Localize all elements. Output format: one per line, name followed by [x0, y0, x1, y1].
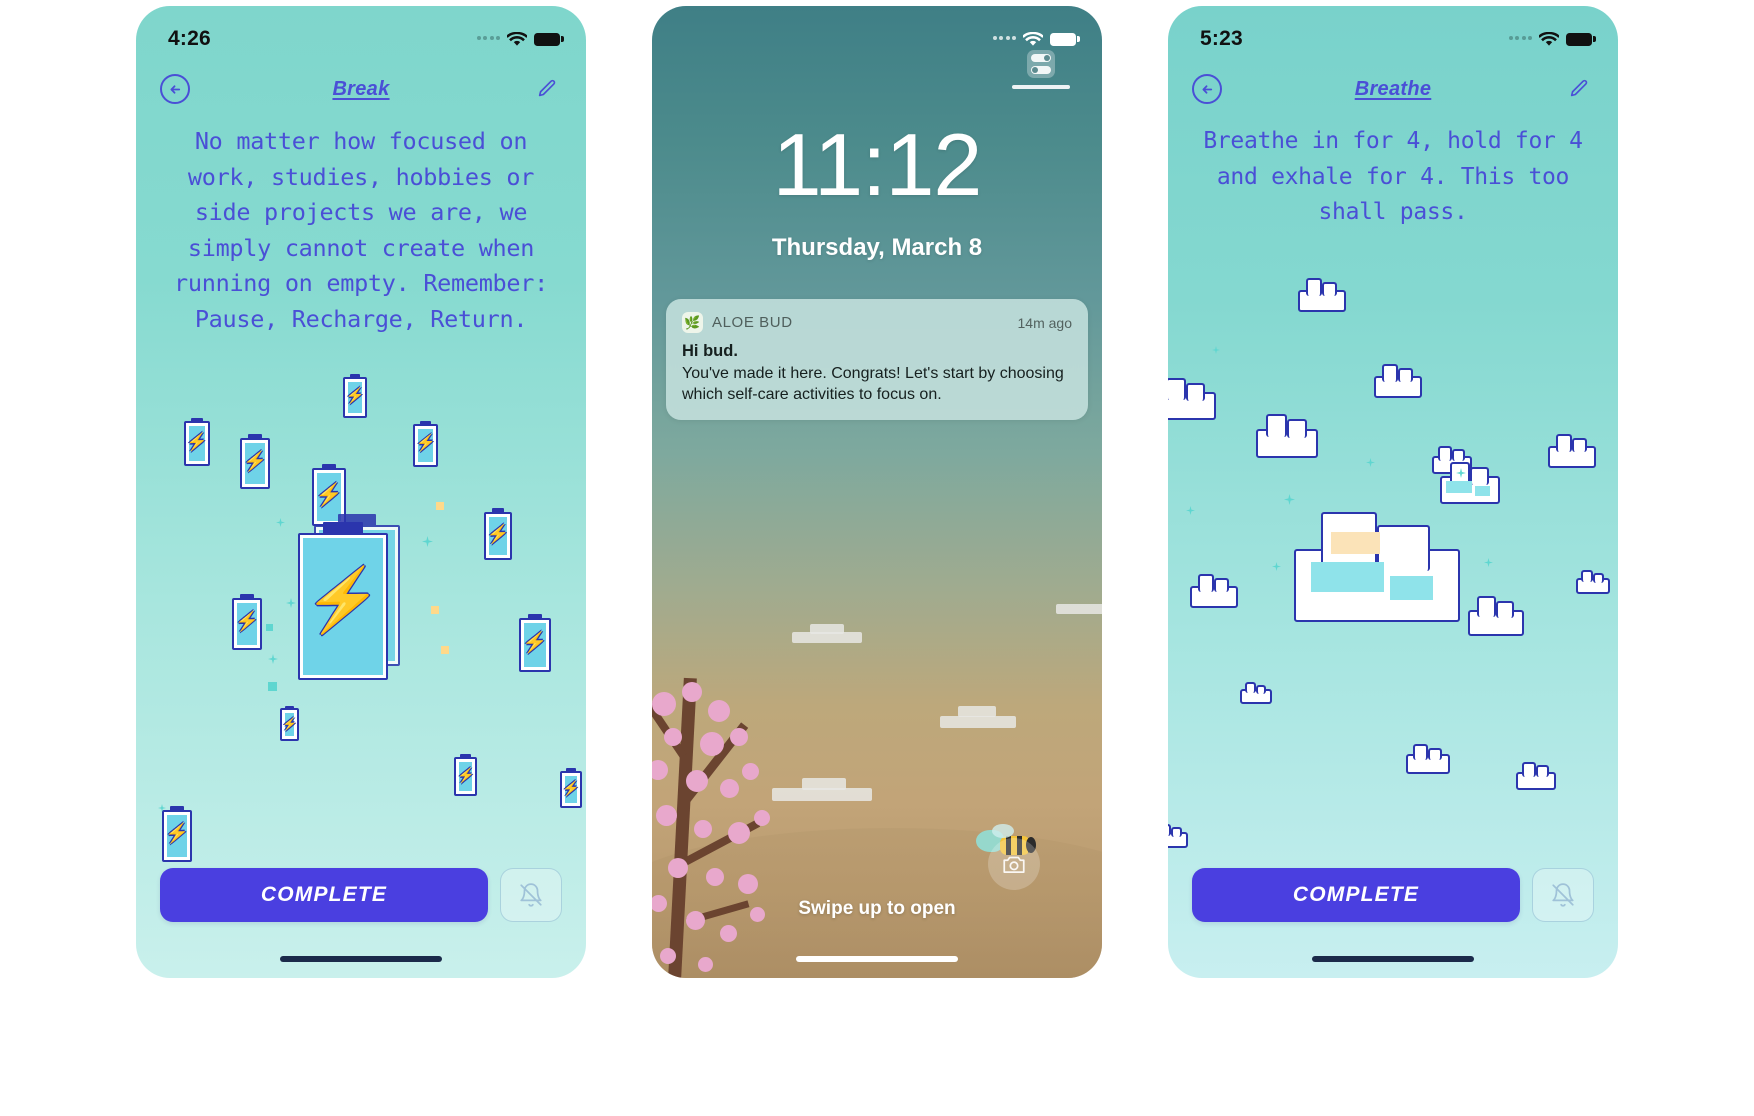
complete-button[interactable]: COMPLETE [160, 868, 488, 922]
battery-sprite: ⚡ [184, 418, 210, 466]
activity-prompt-text: Breathe in for 4, hold for 4 and exhale … [1203, 128, 1597, 225]
control-slider[interactable] [1012, 85, 1070, 89]
control-toggles[interactable] [1027, 50, 1055, 78]
sparkle [431, 606, 439, 614]
sparkle [1212, 346, 1220, 354]
status-indicators [1508, 31, 1596, 47]
notification-card[interactable]: 🌿 ALOE BUD 14m ago Hi bud. You've made i… [666, 299, 1088, 420]
battery-sprite: ⚡ [232, 594, 262, 650]
battery-icon [1566, 32, 1596, 46]
pencil-icon[interactable] [1564, 74, 1594, 104]
home-indicator [1312, 956, 1474, 962]
home-indicator [280, 956, 442, 962]
nav-bar-breathe: Breathe [1168, 60, 1618, 118]
battery-icon [1050, 32, 1080, 46]
status-time: 5:23 [1200, 27, 1243, 50]
cloud-sprite-hero [1294, 512, 1460, 622]
screenshot-gallery: 4:26 Break No matter how focused on work… [0, 0, 1754, 1116]
battery-sprite: ⚡ [240, 434, 270, 489]
sparkle [422, 536, 433, 547]
complete-button[interactable]: COMPLETE [1192, 868, 1520, 922]
page-title[interactable]: Break [332, 78, 389, 101]
cloud-sprite [1516, 762, 1556, 790]
wifi-icon [1023, 31, 1043, 47]
cloud-sprite [1468, 596, 1524, 636]
battery-sprite: ⚡ [454, 754, 477, 796]
notification-app-name: ALOE BUD [712, 314, 793, 331]
toggle-controls-icon[interactable] [1012, 50, 1070, 89]
signal-dots-icon [992, 36, 1016, 42]
wallpaper-cloud [940, 716, 1016, 728]
notification-title: Hi bud. [682, 342, 738, 360]
sparkle [1186, 506, 1195, 515]
pencil-icon[interactable] [532, 74, 562, 104]
battery-sprite: ⚡ [413, 421, 438, 467]
sparkle [266, 624, 273, 631]
sparkle [1366, 458, 1375, 467]
wifi-icon [507, 31, 527, 47]
home-indicator [796, 956, 958, 962]
sparkle [268, 682, 277, 691]
sparkle [1284, 494, 1295, 505]
battery-icon [534, 32, 564, 46]
battery-sprite: ⚡ [560, 768, 582, 808]
phone-screen-breathe: 5:23 Breathe Breathe in for 4, hold for … [1168, 6, 1618, 978]
cherry-blossom-tree [652, 677, 822, 978]
signal-dots-icon [476, 36, 500, 42]
status-indicators [476, 31, 564, 47]
sparkle [1484, 558, 1493, 567]
lockscreen-clock: 11:12 [772, 115, 983, 214]
status-bar-break: 4:26 [136, 6, 586, 60]
battery-sprite: ⚡ [343, 374, 367, 418]
cloud-sprite [1406, 744, 1450, 774]
notification-body: You've made it here. Congrats! Let's sta… [682, 365, 1064, 403]
wallpaper-cloud [810, 624, 844, 634]
sparkle [1272, 562, 1281, 571]
wifi-icon [1539, 31, 1559, 47]
sparkle [286, 598, 296, 608]
back-arrow-icon[interactable] [1192, 74, 1222, 104]
status-time: 4:26 [168, 27, 211, 50]
cloud-sprite [1548, 434, 1596, 468]
cloud-sprite [1298, 278, 1346, 312]
cloud-sprite [1256, 414, 1318, 458]
cloud-sprite [1440, 462, 1500, 504]
cloud-sprite [1168, 824, 1188, 848]
cloud-sprite [1190, 574, 1238, 608]
battery-sprite: ⚡ [519, 614, 551, 672]
sparkle [268, 654, 278, 664]
signal-dots-icon [1508, 36, 1532, 42]
status-indicators [992, 31, 1080, 47]
cloud-sprite [1168, 378, 1216, 420]
camera-icon[interactable] [988, 838, 1040, 890]
aloe-bud-app-icon: 🌿 [682, 312, 703, 333]
cloud-sprite [1240, 682, 1272, 704]
notification-timestamp: 14m ago [1017, 314, 1072, 331]
bell-slash-icon[interactable] [500, 868, 562, 922]
sparkle [276, 518, 285, 527]
lockscreen-date: Thursday, March 8 [771, 234, 983, 261]
sparkle [441, 646, 449, 654]
bell-slash-icon[interactable] [1532, 868, 1594, 922]
phone-screen-lockscreen: 11:12 Thursday, March 8 🌿 ALOE BUD 14m a… [652, 6, 1102, 978]
activity-prompt-text: No matter how focused on work, studies, … [174, 127, 562, 333]
phone-screen-break: 4:26 Break No matter how focused on work… [136, 6, 586, 978]
page-title[interactable]: Breathe [1355, 78, 1432, 101]
wallpaper-cloud [1056, 604, 1102, 614]
back-arrow-icon[interactable] [160, 74, 190, 104]
cloud-sprite [1374, 364, 1422, 398]
nav-bar-break: Break [136, 60, 586, 118]
cloud-sprite [1576, 570, 1610, 594]
notification-header: 🌿 ALOE BUD 14m ago [682, 312, 1072, 333]
bottom-action-bar-break: COMPLETE [160, 868, 562, 922]
battery-sprite: ⚡ [162, 806, 192, 862]
battery-sprite: ⚡ [484, 508, 512, 560]
bottom-action-bar-breathe: COMPLETE [1192, 868, 1594, 922]
sparkle [436, 502, 444, 510]
status-bar-breathe: 5:23 [1168, 6, 1618, 60]
battery-sprite-hero: ⚡ [298, 522, 388, 680]
battery-sprite: ⚡ [280, 706, 299, 741]
wallpaper-cloud [958, 706, 996, 717]
swipe-up-hint: Swipe up to open [798, 898, 956, 919]
